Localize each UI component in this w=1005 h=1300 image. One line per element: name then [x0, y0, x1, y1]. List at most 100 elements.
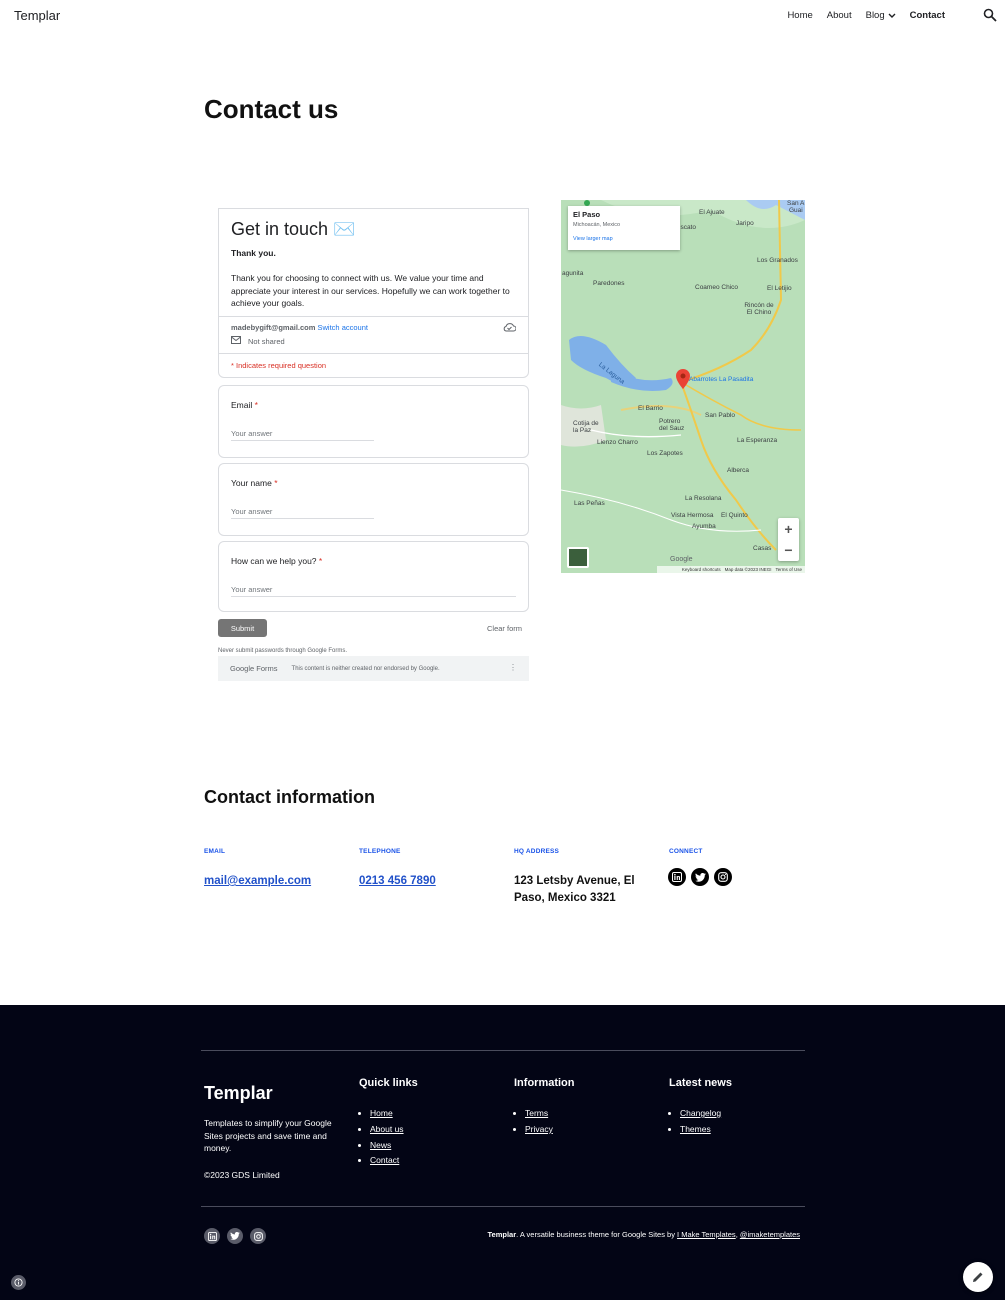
question-label: How can we help you? * — [231, 556, 322, 566]
footer-divider — [201, 1206, 805, 1207]
map-label: El Barrio — [638, 405, 663, 412]
credit-link-imaketemplates[interactable]: I Make Templates — [677, 1230, 736, 1239]
password-warning: Never submit passwords through Google Fo… — [218, 648, 348, 654]
question-text: Your name — [231, 478, 272, 488]
top-nav: Home About Blog Contact — [787, 10, 945, 21]
instagram-icon[interactable] — [250, 1228, 266, 1244]
map-label: La Resolana — [685, 495, 722, 502]
map-label: San A — [787, 200, 805, 207]
nav-blog[interactable]: Blog — [866, 10, 896, 21]
footer-link-news[interactable]: News — [370, 1140, 391, 1150]
hq-address: 123 Letsby Avenue, El Paso, Mexico 3321 — [514, 875, 635, 904]
form-title: Get in touch ✉️ — [231, 219, 356, 239]
form-description: Thank you for choosing to connect with u… — [231, 273, 510, 308]
question-text: Email — [231, 400, 253, 410]
map-label: La Esperanza — [737, 437, 778, 444]
map-label: El Letijio — [767, 285, 792, 292]
clear-form-button[interactable]: Clear form — [487, 624, 522, 633]
contact-info-title: Contact information — [204, 787, 375, 807]
map-layer-toggle[interactable] — [567, 547, 589, 568]
map-label: Ayumba — [692, 523, 716, 530]
footer-link-themes[interactable]: Themes — [680, 1124, 711, 1134]
google-forms-bar: Google Forms This content is neither cre… — [218, 656, 529, 681]
map-pin-label[interactable]: Abarrotes La Pasadita — [689, 376, 753, 383]
connect-label: CONNECT — [669, 848, 703, 855]
credit-link-handle[interactable]: @imaketemplates — [740, 1230, 800, 1239]
edit-pencil-icon[interactable] — [963, 1262, 993, 1292]
question-label: Your name * — [231, 478, 278, 488]
email-link[interactable]: mail@example.com — [204, 873, 311, 890]
footer-link-about[interactable]: About us — [370, 1124, 404, 1134]
linkedin-icon[interactable] — [204, 1228, 220, 1244]
instagram-icon[interactable] — [714, 868, 732, 886]
telephone-link[interactable]: 0213 456 7890 — [359, 873, 436, 890]
map-label: El Quinto — [721, 512, 748, 519]
view-larger-map-link[interactable]: View larger map — [573, 236, 675, 242]
footer-link-changelog[interactable]: Changelog — [680, 1108, 721, 1118]
required-note: * Indicates required question — [231, 361, 327, 370]
latest-news-list: Changelog Themes — [669, 1106, 721, 1138]
question-label: Email * — [231, 400, 258, 410]
nav-about[interactable]: About — [827, 10, 852, 21]
submit-button[interactable]: Submit — [218, 619, 267, 637]
map-data-text: Map data ©2023 INEGI — [724, 567, 772, 572]
credit-text: . A versatile business theme for Google … — [516, 1230, 678, 1239]
google-forms-logo[interactable]: Google Forms — [230, 664, 278, 673]
question-text: How can we help you? — [231, 556, 317, 566]
forms-disclaimer: This content is neither created nor endo… — [291, 665, 440, 672]
search-icon[interactable] — [983, 8, 997, 22]
terms-of-use-link[interactable]: Terms of Use — [775, 567, 802, 572]
footer-social — [204, 1228, 266, 1244]
map-place-card: El Paso Michoacán, Mexico View larger ma… — [568, 206, 680, 250]
map-footer: Keyboard shortcuts Map data ©2023 INEGI … — [657, 566, 805, 573]
site-footer: Templar Templates to simplify your Googl… — [0, 1005, 1005, 1300]
map-label: Alberca — [727, 467, 750, 474]
twitter-icon[interactable] — [691, 868, 709, 886]
form-header-card: Get in touch ✉️ Thank you. Thank you for… — [218, 208, 529, 378]
twitter-icon[interactable] — [227, 1228, 243, 1244]
list-item: Themes — [680, 1122, 721, 1138]
name-input[interactable]: Your answer — [231, 507, 374, 519]
footer-link-home[interactable]: Home — [370, 1108, 393, 1118]
map-label: Casas — [753, 545, 772, 552]
latest-news-title: Latest news — [669, 1077, 732, 1089]
page-title: Contact us — [204, 94, 339, 124]
list-item: Home — [370, 1106, 404, 1122]
email-input[interactable]: Your answer — [231, 429, 374, 441]
not-shared-icon — [231, 336, 241, 344]
map-label: agunita — [562, 270, 584, 277]
help-input[interactable]: Your answer — [231, 585, 516, 597]
divider — [219, 316, 528, 317]
account-line: madebygift@gmail.com Switch account — [231, 323, 368, 332]
divider — [219, 353, 528, 354]
map-label: El Ajuate — [699, 209, 725, 216]
map-label: Cotija de la Paz — [573, 420, 599, 434]
list-item: News — [370, 1138, 404, 1154]
footer-link-contact[interactable]: Contact — [370, 1155, 399, 1165]
nav-contact[interactable]: Contact — [910, 10, 945, 21]
footer-link-terms[interactable]: Terms — [525, 1108, 548, 1118]
keyboard-shortcuts-link[interactable]: Keyboard shortcuts — [682, 567, 721, 572]
nav-home[interactable]: Home — [787, 10, 812, 21]
map-label: Coameo Chico — [695, 284, 738, 291]
site-info-icon[interactable] — [11, 1275, 26, 1290]
map-label: iscato — [679, 224, 696, 231]
footer-link-privacy[interactable]: Privacy — [525, 1124, 553, 1134]
zoom-in-button[interactable]: + — [778, 518, 799, 539]
list-item: Changelog — [680, 1106, 721, 1122]
list-item: Terms — [525, 1106, 553, 1122]
embedded-map[interactable]: El Ajuate San A Guai iscato Jaripo Los G… — [561, 200, 805, 573]
chevron-down-icon — [888, 13, 896, 18]
site-brand[interactable]: Templar — [14, 8, 60, 23]
zoom-out-button[interactable]: − — [778, 539, 799, 560]
linkedin-icon[interactable] — [668, 868, 686, 886]
map-pin-icon[interactable] — [676, 369, 690, 389]
switch-account-link[interactable]: Switch account — [318, 323, 368, 332]
account-email: madebygift@gmail.com — [231, 323, 316, 332]
map-zoom-controls: + − — [778, 518, 799, 561]
footer-copyright: ©2023 GDS Limited — [204, 1170, 280, 1180]
footer-divider — [201, 1050, 805, 1051]
map-label: Potrero del Sauz — [659, 418, 685, 432]
map-label: Lienzo Charro — [597, 439, 638, 446]
more-options-icon[interactable]: ⋮ — [509, 663, 517, 672]
